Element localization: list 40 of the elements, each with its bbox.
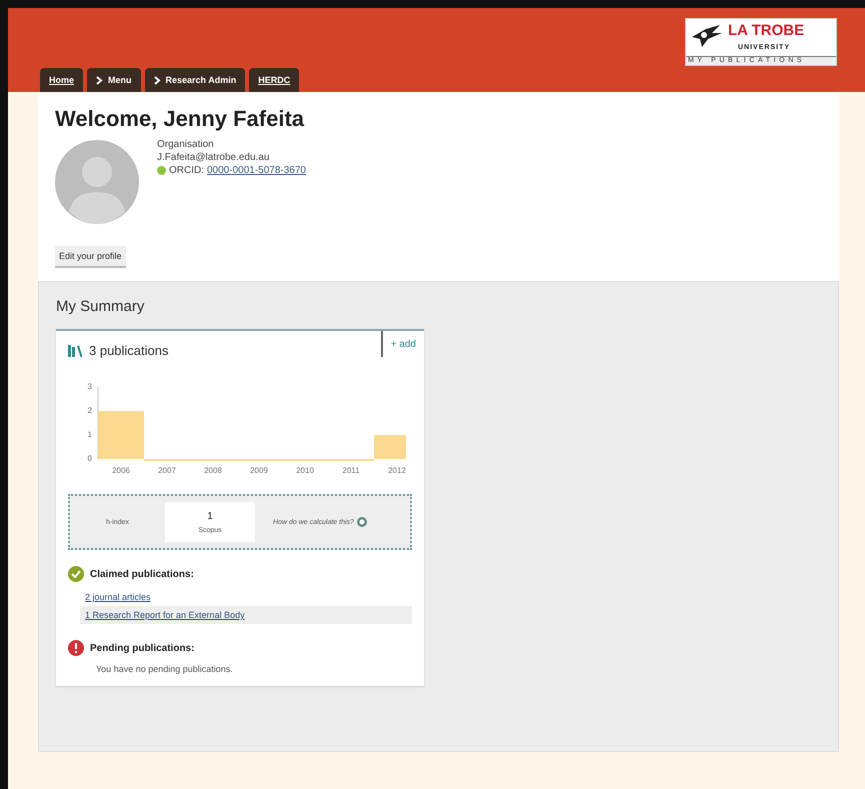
x-tick-label: 2011: [342, 466, 360, 475]
chevron-icon: [96, 76, 104, 84]
welcome-heading: Welcome, Jenny Fafeita: [55, 106, 306, 132]
x-tick-label: 2007: [158, 466, 176, 475]
orcid-icon: [157, 166, 166, 175]
y-tick-label: 0: [88, 454, 92, 464]
bird-logo-icon: [690, 23, 724, 49]
add-link[interactable]: + add: [380, 331, 424, 357]
publication-link[interactable]: 2 journal articles: [80, 588, 412, 606]
pending-message: You have no pending publications.: [96, 664, 234, 674]
x-tick-label: 2012: [388, 466, 406, 475]
h-index-value: 1: [207, 510, 213, 522]
breadcrumb-tab[interactable]: Menu: [87, 68, 141, 92]
breadcrumb-tab[interactable]: Home: [40, 68, 84, 92]
x-tick-label: 2006: [112, 466, 130, 475]
pending-heading: Pending publications:: [90, 642, 194, 654]
help-icon: [356, 517, 367, 527]
avatar-icon: [55, 140, 139, 224]
breadcrumb-tab[interactable]: HERDC: [249, 68, 300, 92]
alert-icon: [68, 640, 84, 656]
publication-count: 3 publications: [89, 343, 168, 358]
email-text: J.Fafeita@latrobe.edu.au: [157, 151, 270, 164]
check-icon: [68, 566, 84, 582]
chevron-icon: [154, 76, 161, 84]
breadcrumb-tab[interactable]: Research Admin: [144, 68, 246, 92]
y-tick-label: 2: [88, 406, 92, 416]
x-tick-label: 2008: [204, 466, 222, 475]
logo-name: LA TROBE: [728, 21, 806, 41]
orcid-link[interactable]: 0000-0001-5078-3670: [207, 164, 306, 177]
orcid-label: ORCID:: [169, 164, 204, 177]
x-tick-label: 2009: [250, 466, 268, 475]
y-tick-label: 1: [88, 430, 92, 440]
x-tick-label: 2010: [296, 466, 314, 475]
books-icon: [68, 344, 83, 356]
y-tick-label: 3: [88, 382, 92, 392]
section-title: My Summary: [56, 298, 146, 315]
claimed-heading: Claimed publications:: [90, 568, 194, 580]
publication-link[interactable]: 1 Research Report for an External Body: [80, 606, 412, 624]
edit-profile-button[interactable]: Edit your profile: [55, 246, 126, 268]
organisation-label: Organisation: [157, 138, 215, 151]
